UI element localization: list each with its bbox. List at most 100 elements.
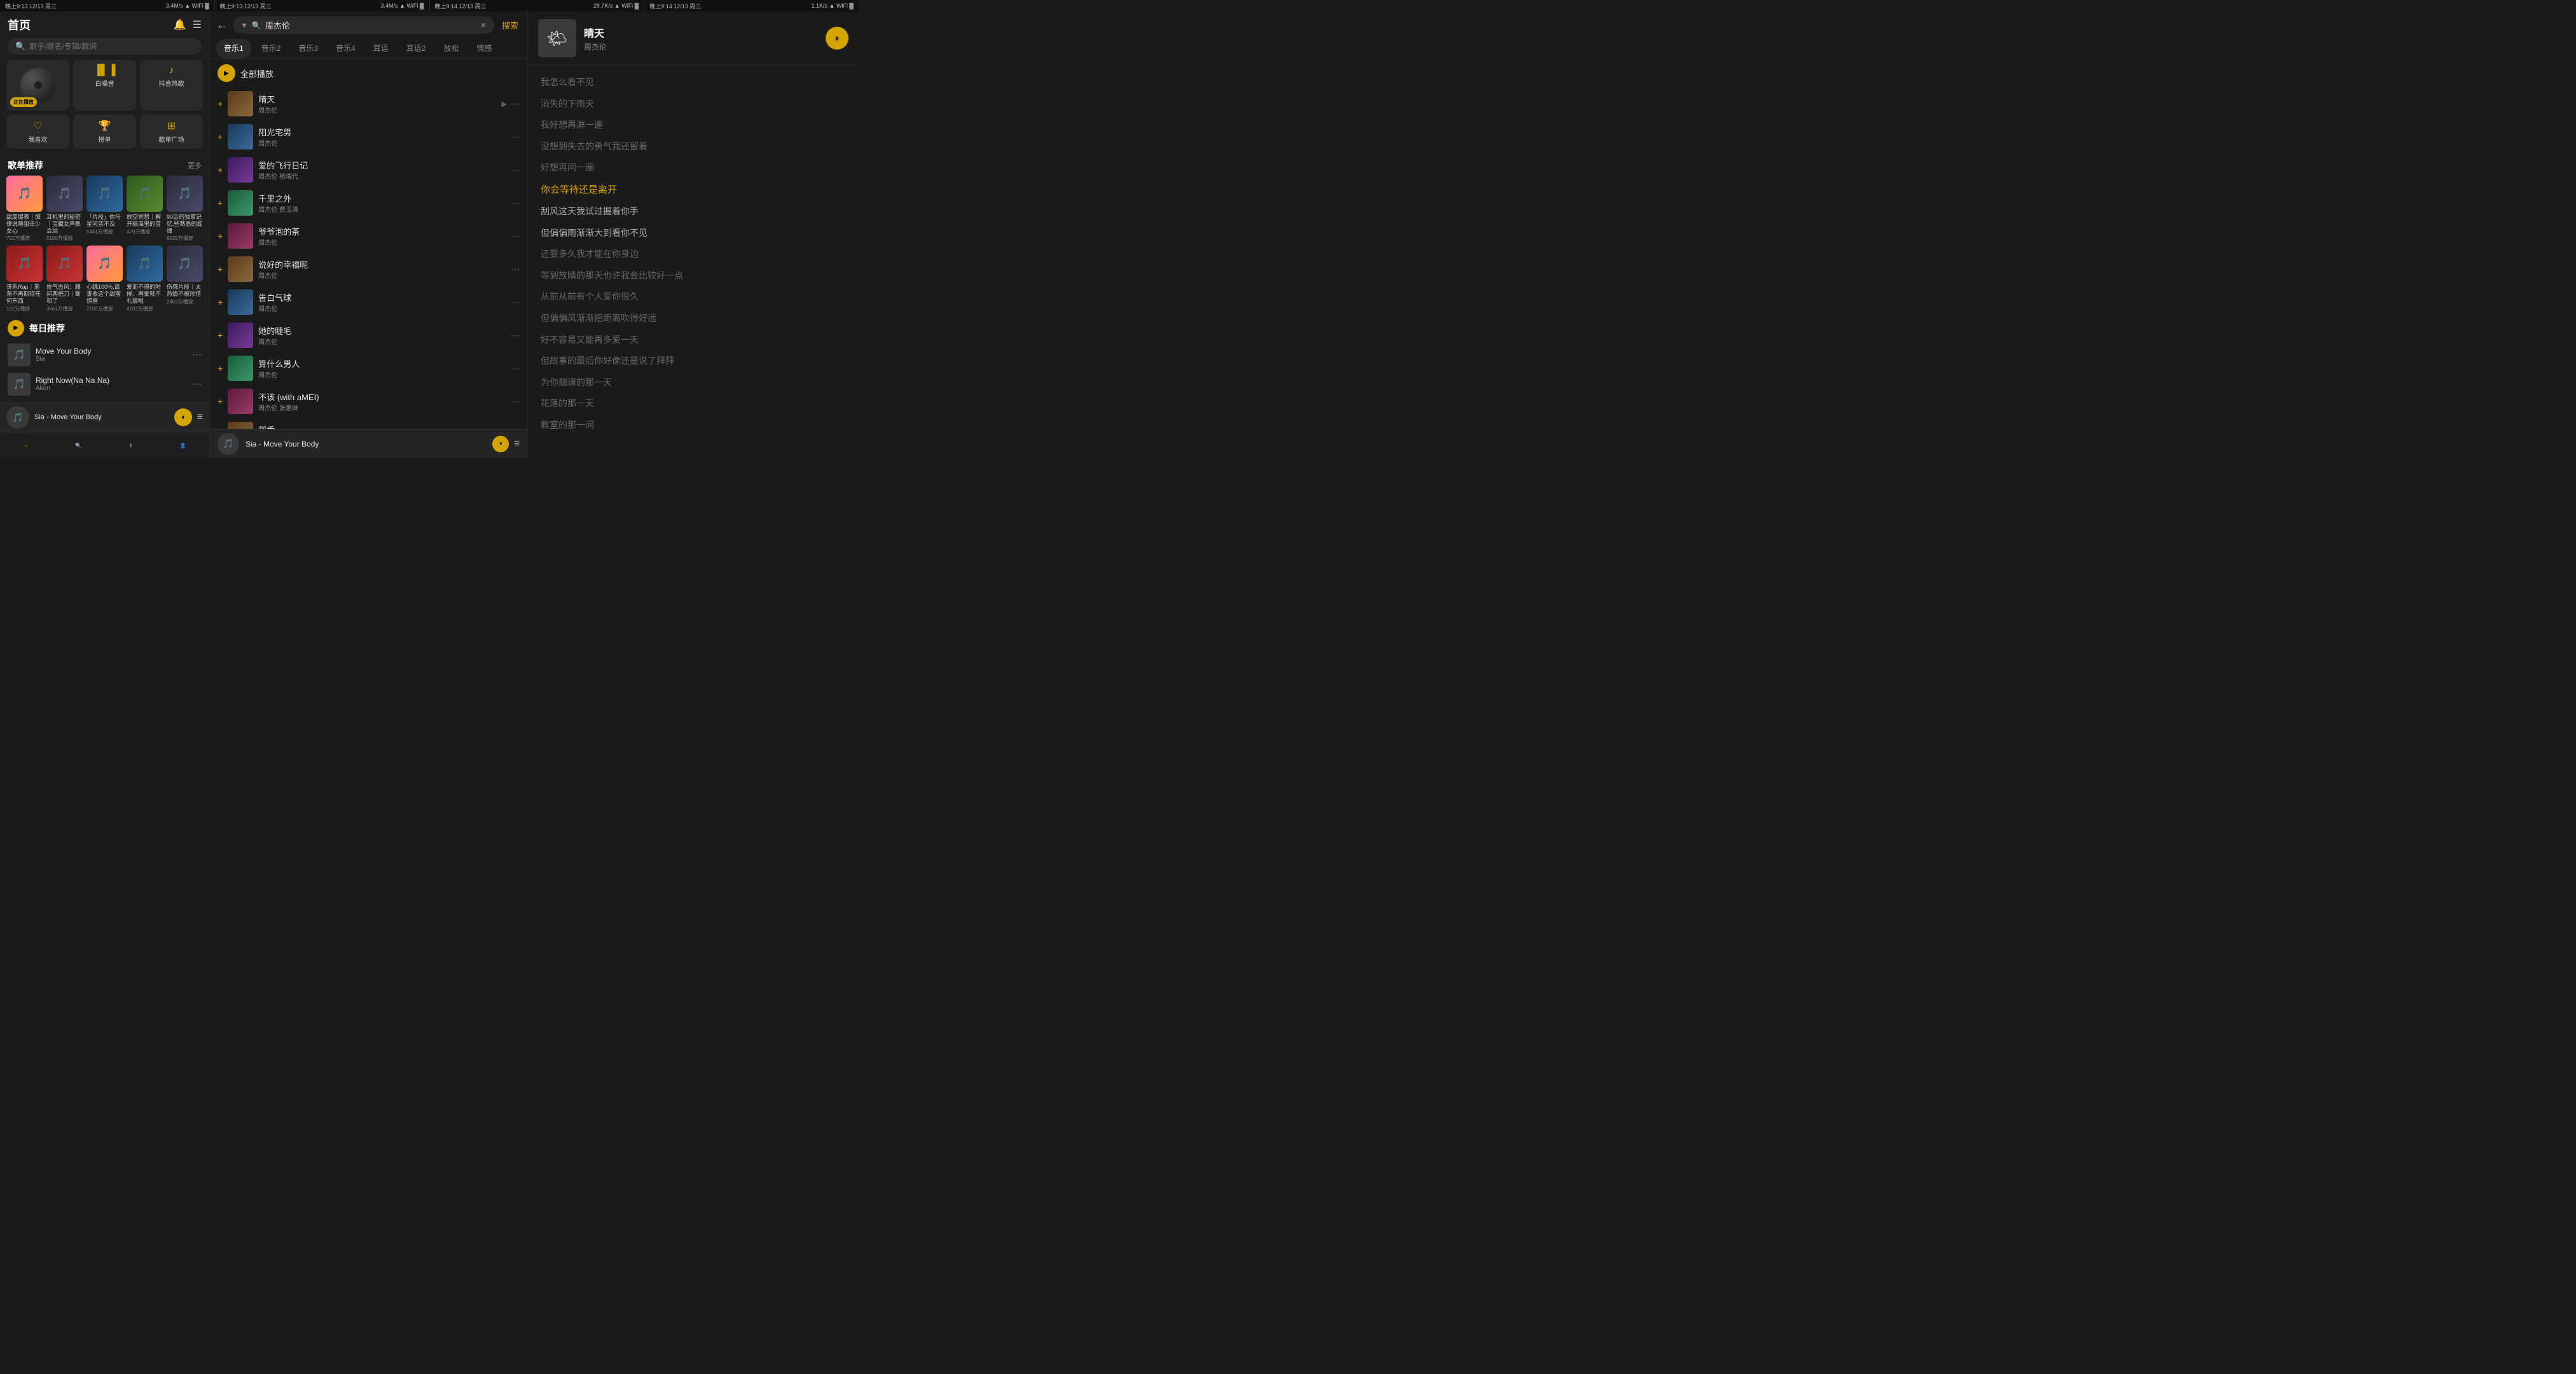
recommendation-section-header: 歌单推荐 更多 bbox=[0, 156, 209, 176]
song-row-10[interactable]: + 稻香 周杰伦 ⋯ bbox=[210, 418, 527, 429]
playlist-icon-mid[interactable]: ≡ bbox=[514, 438, 520, 449]
song-more-6[interactable]: ⋯ bbox=[511, 297, 520, 308]
search-box-middle[interactable]: ▼ 🔍 ✕ bbox=[233, 17, 494, 34]
song-more-0[interactable]: ⋯ bbox=[511, 99, 520, 109]
daily-song-0[interactable]: 🎵 Move Your Body Sia ⋯ bbox=[8, 340, 202, 370]
playlist-item-7[interactable]: 🎵 心跳100%,请查收这个甜蜜惊喜 2102万播放 bbox=[87, 246, 123, 312]
song-more-3[interactable]: ⋯ bbox=[511, 198, 520, 209]
song-add-5[interactable]: + bbox=[218, 264, 223, 274]
daily-song-more-1[interactable]: ⋯ bbox=[193, 378, 202, 389]
np-pause-button[interactable]: ⏸ bbox=[826, 27, 848, 50]
lyric-line-14[interactable]: 为你翘课的那一天 bbox=[541, 372, 846, 394]
tab-放松[interactable]: 放松 bbox=[436, 39, 466, 59]
song-row-1[interactable]: + 阳光宅男 周杰伦 ⋯ bbox=[210, 120, 527, 153]
song-row-8[interactable]: + 算什么男人 周杰伦 ⋯ bbox=[210, 352, 527, 385]
daily-play-button[interactable]: ▶ bbox=[8, 320, 24, 337]
song-add-8[interactable]: + bbox=[218, 363, 223, 373]
quick-action-charts[interactable]: 🏆 榜单 bbox=[73, 114, 136, 149]
playlist-item-1[interactable]: 🎵 耳机里的秘密｜宝藏女声集合站 5155万播放 bbox=[46, 176, 83, 242]
lyric-line-3[interactable]: 没想到失去的勇气我还留着 bbox=[541, 136, 846, 158]
daily-song-more-0[interactable]: ⋯ bbox=[193, 349, 202, 360]
song-add-1[interactable]: + bbox=[218, 132, 223, 142]
tab-音乐4[interactable]: 音乐4 bbox=[328, 39, 363, 59]
playlist-item-0[interactable]: 🎵 甜废爆表｜旅律说嘻狙击少女心 752万播放 bbox=[6, 176, 43, 242]
song-add-7[interactable]: + bbox=[218, 330, 223, 340]
more-link[interactable]: 更多 bbox=[188, 160, 202, 170]
song-add-9[interactable]: + bbox=[218, 396, 223, 406]
lyric-line-10[interactable]: 从前从前有个人爱你很久 bbox=[541, 286, 846, 308]
playlist-item-8[interactable]: 🎵 爱而不得的时候，再爱就不礼貌啦 4102万播放 bbox=[127, 246, 163, 312]
song-add-6[interactable]: + bbox=[218, 297, 223, 307]
bell-icon[interactable]: 🔔 bbox=[174, 18, 186, 31]
playlist-item-2[interactable]: 🎵 「片段」你与星河皆不及 5441万播放 bbox=[87, 176, 123, 242]
lyric-line-9[interactable]: 等到放晴的那天也许我会比较好一点 bbox=[541, 265, 846, 287]
lyric-line-5[interactable]: 你会等待还是离开 bbox=[541, 179, 846, 201]
song-more-7[interactable]: ⋯ bbox=[511, 330, 520, 341]
tab-音乐3[interactable]: 音乐3 bbox=[291, 39, 326, 59]
quick-action-fav[interactable]: ♡ 我喜欢 bbox=[6, 114, 69, 149]
lyric-line-2[interactable]: 我好想再淋一遍 bbox=[541, 114, 846, 136]
menu-icon[interactable]: ☰ bbox=[193, 18, 202, 31]
playlist-item-5[interactable]: 🎵 丧系Rap｜渐渐不再期待任何东西 152万播放 bbox=[6, 246, 43, 312]
pause-button-mid[interactable]: ⏸ bbox=[492, 436, 509, 452]
search-input[interactable] bbox=[29, 42, 194, 51]
song-row-9[interactable]: + 不该 (with aMEI) 周杰伦 张惠妹 ⋯ bbox=[210, 385, 527, 418]
lyric-line-12[interactable]: 好不容易又能再多爱一天 bbox=[541, 330, 846, 351]
tab-音乐2[interactable]: 音乐2 bbox=[254, 39, 289, 59]
search-bar[interactable]: 🔍 bbox=[8, 38, 202, 55]
song-add-0[interactable]: + bbox=[218, 99, 223, 109]
song-more-1[interactable]: ⋯ bbox=[511, 132, 520, 142]
song-row-7[interactable]: + 她的睫毛 周杰伦 ⋯ bbox=[210, 319, 527, 352]
song-row-4[interactable]: + 爷爷泡的茶 周杰伦 ⋯ bbox=[210, 219, 527, 253]
lyric-line-4[interactable]: 好想再问一遍 bbox=[541, 157, 846, 179]
pause-button-left[interactable]: ⏸ bbox=[174, 408, 192, 426]
search-clear-button[interactable]: ✕ bbox=[480, 21, 487, 30]
lyric-line-1[interactable]: 消失的下雨天 bbox=[541, 94, 846, 115]
lyric-line-8[interactable]: 还要多久我才能在你身边 bbox=[541, 244, 846, 265]
search-input-middle[interactable] bbox=[265, 20, 476, 30]
song-row-6[interactable]: + 告白气球 周杰伦 ⋯ bbox=[210, 286, 527, 319]
nav-download[interactable]: ⬇ bbox=[105, 433, 157, 458]
song-row-5[interactable]: + 说好的幸福呢 周杰伦 ⋯ bbox=[210, 253, 527, 286]
mv-icon-0[interactable]: ▶ bbox=[502, 100, 507, 108]
nav-discover[interactable]: 🔍 bbox=[52, 433, 104, 458]
nav-profile[interactable]: 👤 bbox=[157, 433, 209, 458]
quick-action-plaza[interactable]: ⊞ 歌单广场 bbox=[140, 114, 203, 149]
search-submit-button[interactable]: 搜索 bbox=[499, 19, 521, 31]
lyric-line-13[interactable]: 但故事的最后你好像还是说了拜拜 bbox=[541, 350, 846, 372]
song-more-4[interactable]: ⋯ bbox=[511, 231, 520, 242]
tab-耳语[interactable]: 耳语 bbox=[366, 39, 396, 59]
playlist-item-3[interactable]: 🎵 放空冥想｜解开脑海里的茧 479万播放 bbox=[127, 176, 163, 242]
back-button[interactable]: ← bbox=[216, 18, 228, 32]
song-more-8[interactable]: ⋯ bbox=[511, 363, 520, 374]
play-all-button[interactable]: ▶ bbox=[218, 64, 235, 82]
playlist-button-left[interactable]: ≡ bbox=[197, 412, 203, 423]
song-add-4[interactable]: + bbox=[218, 231, 223, 241]
song-row-2[interactable]: + 爱的飞行日记 周杰伦 杨瑞代 ⋯ bbox=[210, 153, 527, 186]
tab-音乐1[interactable]: 音乐1 bbox=[216, 39, 251, 59]
tab-情感[interactable]: 情感 bbox=[469, 39, 499, 59]
featured-now-playing[interactable]: 正在播放 bbox=[6, 60, 69, 111]
song-row-3[interactable]: + 千里之外 周杰伦 费玉清 ⋯ bbox=[210, 186, 527, 219]
lyric-line-15[interactable]: 花落的那一天 bbox=[541, 393, 846, 415]
quick-action-douyin[interactable]: ♪ 抖音热歌 bbox=[140, 60, 203, 111]
lyric-line-16[interactable]: 教室的那一间 bbox=[541, 415, 846, 436]
tab-耳语2[interactable]: 耳语2 bbox=[399, 39, 434, 59]
player-bar-left: 🎵 Sia - Move Your Body ⏸ ≡ bbox=[0, 403, 209, 432]
lyric-line-6[interactable]: 刮风这天我试过握着你手 bbox=[541, 201, 846, 223]
lyric-line-11[interactable]: 但偏偏风渐渐把距离吹得好远 bbox=[541, 308, 846, 330]
song-add-3[interactable]: + bbox=[218, 198, 223, 208]
song-more-5[interactable]: ⋯ bbox=[511, 264, 520, 275]
nav-home[interactable]: ⌂ bbox=[0, 433, 52, 458]
lyric-line-7[interactable]: 但偏偏雨渐渐大到看你不见 bbox=[541, 223, 846, 244]
lyric-line-0[interactable]: 我怎么看不见 bbox=[541, 72, 846, 94]
playlist-item-9[interactable]: 🎵 伤感片段｜太热情不被珍惜 2402万播放 bbox=[167, 246, 203, 312]
playlist-item-4[interactable]: 🎵 90后的独家记忆,些熟悉的旋律 9025万播放 bbox=[167, 176, 203, 242]
daily-song-1[interactable]: 🎵 Right Now(Na Na Na) Akon ⋯ bbox=[8, 370, 202, 399]
quick-action-baizhaoyin[interactable]: ▐▌▐ 白噪音 bbox=[73, 60, 136, 111]
playlist-item-6[interactable]: 🎵 佐气古风：腰间两把刀｜断和了 3661万播放 bbox=[46, 246, 83, 312]
song-more-9[interactable]: ⋯ bbox=[511, 396, 520, 407]
song-more-2[interactable]: ⋯ bbox=[511, 165, 520, 176]
song-add-2[interactable]: + bbox=[218, 165, 223, 175]
song-row-0[interactable]: + 晴天 周杰伦 ▶ ⋯ bbox=[210, 87, 527, 120]
